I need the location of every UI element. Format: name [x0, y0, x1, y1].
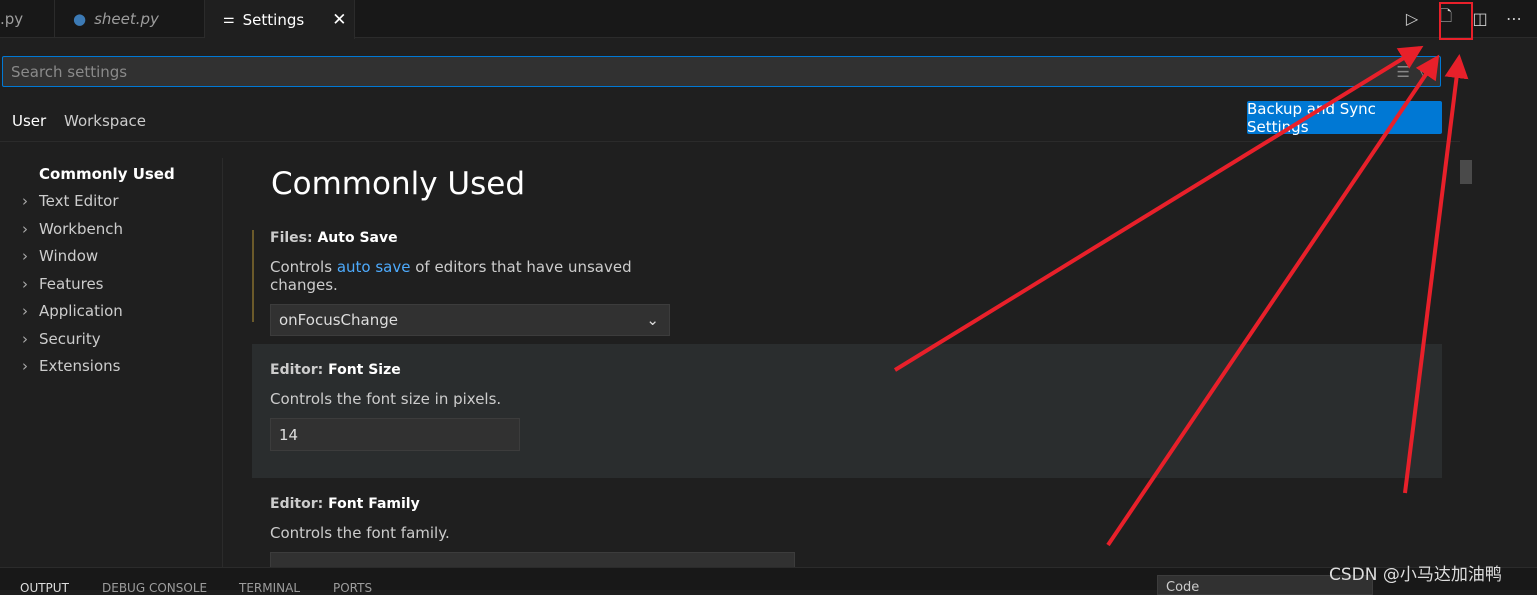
toc-label: Application — [39, 302, 123, 321]
tab-label: sheet.py — [94, 10, 159, 28]
close-icon[interactable]: ✕ — [332, 10, 346, 30]
toc-item-features[interactable]: › Features — [0, 270, 222, 298]
auto-save-link[interactable]: auto save — [337, 258, 411, 276]
chevron-right-icon: › — [22, 329, 28, 348]
toc-item-text-editor[interactable]: › Text Editor — [0, 188, 222, 216]
python-icon: ● — [73, 10, 87, 28]
toc-item-security[interactable]: › Security — [0, 325, 222, 353]
tab-sheet-py[interactable]: ● sheet.py — [55, 0, 205, 38]
toc-label: Text Editor — [39, 192, 119, 211]
arrow — [893, 45, 1424, 372]
tab-workspace[interactable]: Workspace — [64, 112, 146, 130]
toc-item-window[interactable]: › Window — [0, 243, 222, 271]
backup-sync-button[interactable]: Backup and Sync Settings — [1247, 100, 1442, 136]
chevron-right-icon: › — [22, 219, 28, 238]
setting-title: Editor: Font Size — [270, 362, 401, 378]
setting-title: Editor: Font Family — [270, 496, 420, 512]
divider — [0, 141, 1460, 142]
setting-files-auto-save: Files: Auto Save Controls auto save of e… — [252, 230, 672, 336]
tab-user[interactable]: User — [2, 112, 54, 142]
toc-label: Features — [39, 274, 104, 293]
scrollbar[interactable] — [1460, 160, 1472, 184]
search-placeholder: Search settings — [11, 62, 128, 81]
tab-settings[interactable]: ⚌ Settings ✕ — [205, 0, 355, 39]
panel-tab-output[interactable]: OUTPUT — [20, 581, 69, 595]
watermark: CSDN @小马达加油鸭 — [1329, 565, 1502, 585]
toc-item-commonly-used[interactable]: Commonly Used — [0, 160, 222, 188]
tab-label: .py — [0, 10, 24, 28]
toc-label: Extensions — [39, 357, 121, 376]
panel-tab-debug-console[interactable]: DEBUG CONSOLE — [102, 581, 207, 595]
font-size-input[interactable]: 14 — [270, 418, 520, 451]
editor-tab-bar: .py ● sheet.py ⚌ Settings ✕ ▷ 🗋 ◫ ⋯ — [0, 0, 1537, 39]
tab-py-file[interactable]: .py — [0, 0, 55, 38]
split-editor-icon[interactable]: ◫ — [1467, 6, 1493, 30]
setting-editor-font-size: Editor: Font Size Controls the font size… — [252, 344, 1442, 478]
chevron-right-icon: › — [22, 192, 28, 211]
chevron-right-icon: › — [22, 274, 28, 293]
section-title: Commonly Used — [271, 166, 526, 202]
panel-tab-ports[interactable]: PORTS — [333, 581, 372, 595]
toc-item-extensions[interactable]: › Extensions — [0, 353, 222, 381]
chevron-right-icon: › — [22, 302, 28, 321]
toc-item-workbench[interactable]: › Workbench — [0, 215, 222, 243]
toc-divider — [222, 158, 223, 568]
settings-sliders-icon: ⚌ — [223, 12, 235, 27]
toc-label: Security — [39, 329, 101, 348]
auto-save-select[interactable]: onFocusChange ⌄ — [270, 304, 670, 336]
chevron-right-icon: › — [22, 247, 28, 266]
toc-item-application[interactable]: › Application — [0, 298, 222, 326]
run-icon[interactable]: ▷ — [1399, 6, 1425, 30]
panel-tab-terminal[interactable]: TERMINAL — [239, 581, 300, 595]
toc-label: Window — [39, 247, 99, 266]
open-settings-json-icon[interactable]: 🗋 — [1433, 6, 1459, 30]
more-actions-icon[interactable]: ⋯ — [1501, 6, 1527, 30]
setting-title: Files: Auto Save — [270, 230, 398, 246]
filter-icon[interactable]: ▽ — [1418, 63, 1430, 81]
search-settings-input[interactable]: Search settings ☰ ▽ — [2, 56, 1441, 87]
chevron-down-icon: ⌄ — [646, 311, 659, 329]
setting-description: Controls auto save of editors that have … — [270, 258, 632, 294]
settings-toc: Commonly Used › Text Editor › Workbench › W… — [0, 160, 222, 380]
toc-label: Workbench — [39, 219, 123, 238]
select-value: onFocusChange — [279, 311, 398, 329]
setting-description: Controls the font size in pixels. — [270, 390, 502, 408]
clear-filter-icon[interactable]: ☰ — [1397, 63, 1410, 81]
tab-label: Settings — [242, 10, 305, 29]
chevron-right-icon: › — [22, 357, 28, 376]
bottom-panel: OUTPUT DEBUG CONSOLE TERMINAL PORTS Code — [0, 567, 1537, 595]
setting-description: Controls the font family. — [270, 524, 450, 542]
